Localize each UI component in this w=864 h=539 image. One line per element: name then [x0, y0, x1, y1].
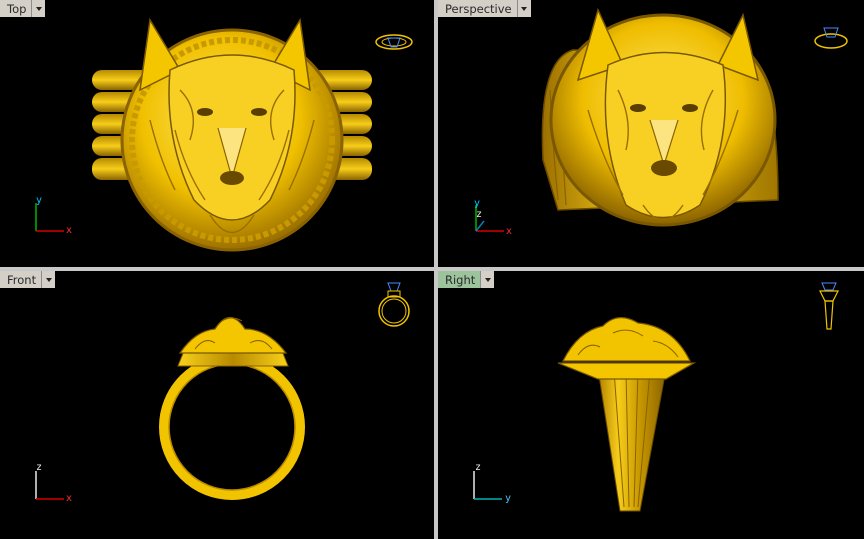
axis-label-z: z — [476, 209, 483, 220]
view-orientation-diagram-icon — [375, 34, 413, 50]
dropdown-arrow-icon[interactable] — [481, 271, 495, 288]
viewport-label-front[interactable]: Front — [0, 271, 43, 288]
viewport-right[interactable]: Right z y — [438, 271, 864, 539]
axis-label-z: z — [475, 462, 482, 473]
viewport-label-top[interactable]: Top — [0, 0, 33, 17]
axis-label-y: y — [505, 493, 512, 504]
view-orientation-diagram-icon — [819, 282, 839, 330]
viewport-tab-right[interactable]: Right — [438, 271, 495, 288]
view-orientation-diagram-icon — [378, 282, 410, 327]
dropdown-arrow-icon[interactable] — [32, 0, 46, 17]
viewport-front[interactable]: Front z x — [0, 271, 434, 539]
view-orientation-diagram-icon — [814, 27, 848, 49]
axis-label-x: x — [66, 225, 73, 236]
axis-label-y: y — [36, 195, 43, 206]
viewport-label-right[interactable]: Right — [438, 271, 482, 288]
axis-label-x: x — [66, 493, 73, 504]
viewport-tab-top[interactable]: Top — [0, 0, 46, 17]
dropdown-arrow-icon[interactable] — [42, 271, 56, 288]
dropdown-arrow-icon[interactable] — [517, 0, 531, 17]
viewport-perspective[interactable]: Perspective y z x — [438, 0, 864, 267]
viewport-top[interactable]: Top y x — [0, 0, 434, 267]
viewport-label-perspective[interactable]: Perspective — [438, 0, 518, 17]
viewport-tab-front[interactable]: Front — [0, 271, 56, 288]
axis-label-z: z — [36, 462, 43, 473]
axis-label-x: x — [506, 226, 513, 237]
viewport-tab-perspective[interactable]: Perspective — [438, 0, 531, 17]
axis-label-y: y — [474, 198, 481, 209]
